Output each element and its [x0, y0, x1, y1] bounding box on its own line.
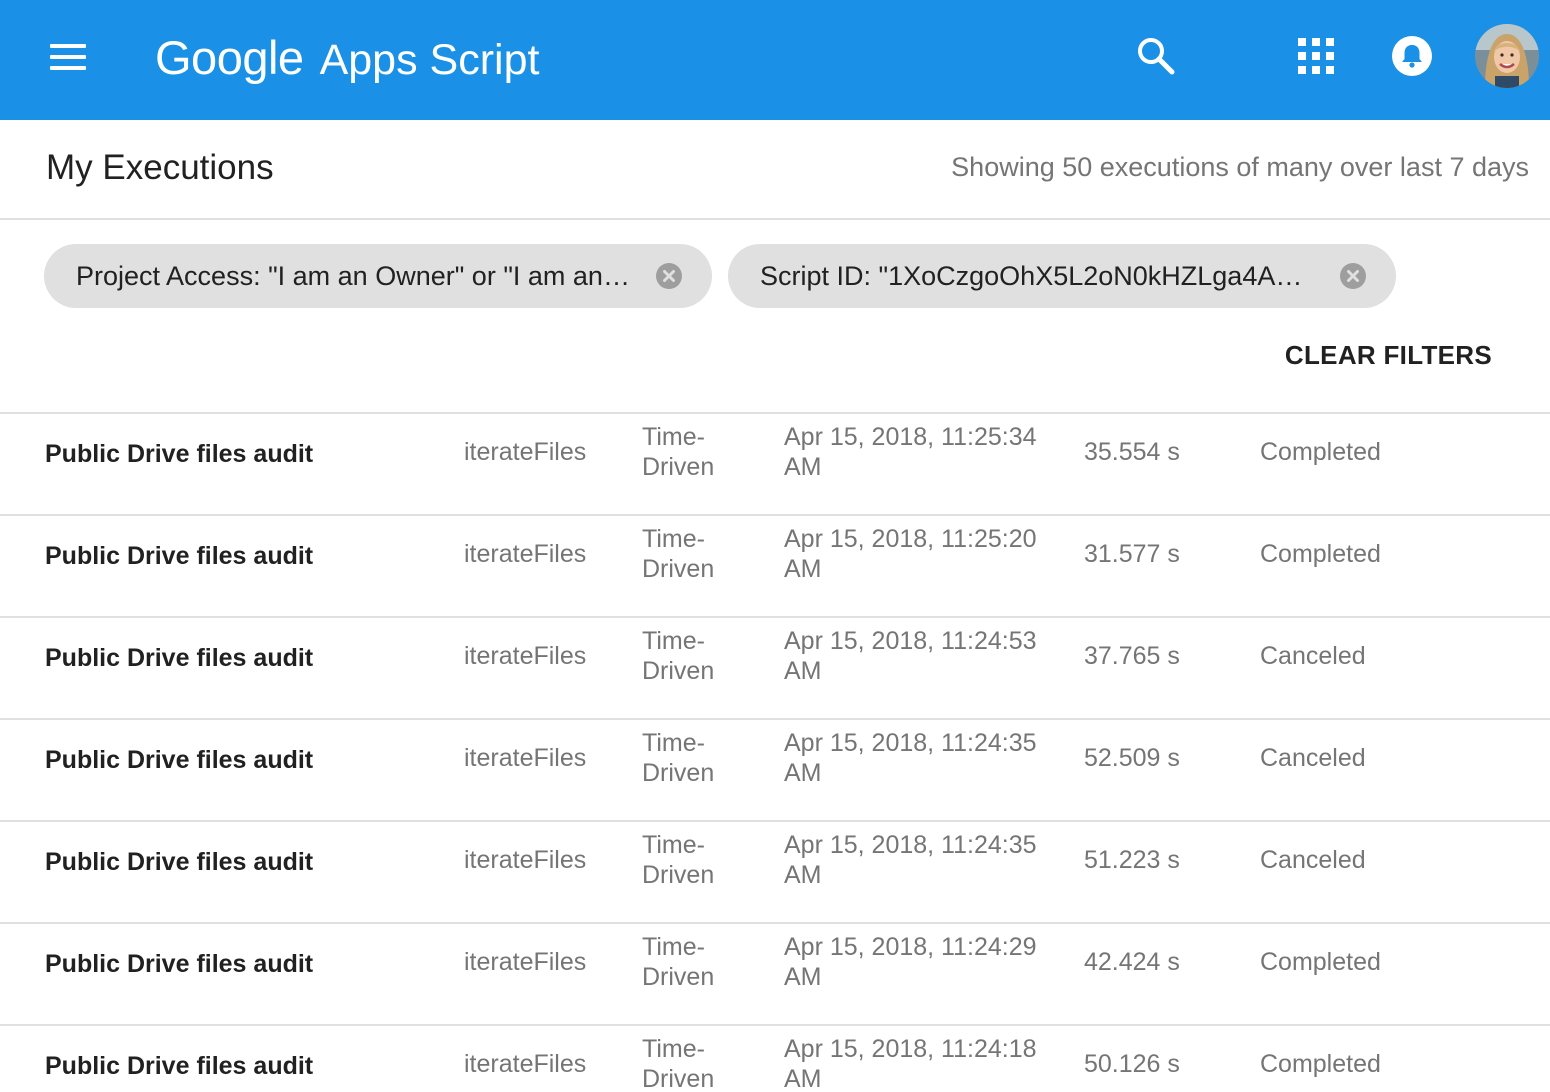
close-icon[interactable] [656, 263, 682, 289]
duration-cell: 52.509 s [1084, 744, 1180, 772]
close-icon[interactable] [1340, 263, 1366, 289]
status-cell: Completed [1260, 948, 1381, 976]
project-name-cell: Public Drive files audit [45, 848, 314, 876]
menu-icon-bar [50, 66, 86, 70]
avatar[interactable] [1475, 24, 1539, 88]
duration-cell: 51.223 s [1084, 846, 1180, 874]
type-cell: Time-Driven [642, 423, 715, 481]
status-cell: Canceled [1260, 744, 1366, 772]
type-cell: Time-Driven [642, 729, 715, 787]
duration-cell: 50.126 s [1084, 1050, 1180, 1078]
table-row[interactable]: Public Drive files audit iterateFiles Ti… [0, 514, 1550, 616]
app-logo[interactable]: Google Apps Script [155, 30, 539, 86]
app-header: Google Apps Script [0, 0, 1550, 120]
clear-filters-button[interactable]: CLEAR FILTERS [1285, 340, 1492, 371]
project-name-cell: Public Drive files audit [45, 746, 314, 774]
product-name: Apps Script [319, 36, 540, 84]
type-cell: Time-Driven [642, 627, 715, 685]
menu-icon-bar [50, 44, 86, 48]
function-cell: iterateFiles [464, 540, 587, 568]
type-cell: Time-Driven [642, 1035, 715, 1092]
table-row[interactable]: Public Drive files audit iterateFiles Ti… [0, 1024, 1550, 1092]
type-cell: Time-Driven [642, 525, 715, 583]
duration-cell: 42.424 s [1084, 948, 1180, 976]
table-row[interactable]: Public Drive files audit iterateFiles Ti… [0, 922, 1550, 1024]
function-cell: iterateFiles [464, 846, 587, 874]
project-name-cell: Public Drive files audit [45, 542, 314, 570]
apps-grid-icon[interactable] [1296, 36, 1336, 76]
table-row[interactable]: Public Drive files audit iterateFiles Ti… [0, 718, 1550, 820]
start-time-cell: Apr 15, 2018, 11:24:29 AM [784, 933, 1037, 991]
function-cell: iterateFiles [464, 1050, 587, 1078]
filter-chip-script-id[interactable]: Script ID: "1XoCzgoOhX5L2oN0kHZLga4AE… [728, 244, 1396, 308]
status-cell: Completed [1260, 540, 1381, 568]
status-cell: Completed [1260, 438, 1381, 466]
start-time-cell: Apr 15, 2018, 11:24:53 AM [784, 627, 1037, 685]
duration-cell: 31.577 s [1084, 540, 1180, 568]
start-time-cell: Apr 15, 2018, 11:24:35 AM [784, 831, 1037, 889]
project-name-cell: Public Drive files audit [45, 950, 314, 978]
function-cell: iterateFiles [464, 642, 587, 670]
status-cell: Canceled [1260, 846, 1366, 874]
start-time-cell: Apr 15, 2018, 11:24:35 AM [784, 729, 1037, 787]
status-cell: Completed [1260, 1050, 1381, 1078]
status-cell: Canceled [1260, 642, 1366, 670]
google-wordmark: Google [155, 31, 304, 84]
project-name-cell: Public Drive files audit [45, 1052, 314, 1080]
duration-cell: 37.765 s [1084, 642, 1180, 670]
divider [0, 218, 1550, 220]
page-title: My Executions [46, 148, 274, 187]
type-cell: Time-Driven [642, 831, 715, 889]
table-row[interactable]: Public Drive files audit iterateFiles Ti… [0, 412, 1550, 514]
search-icon[interactable] [1134, 34, 1178, 78]
filter-chip-project-access[interactable]: Project Access: "I am an Owner" or "I am… [44, 244, 712, 308]
executions-table: Public Drive files audit iterateFiles Ti… [0, 412, 1550, 1092]
project-name-cell: Public Drive files audit [45, 644, 314, 672]
start-time-cell: Apr 15, 2018, 11:24:18 AM [784, 1035, 1037, 1092]
filter-chip-label: Project Access: "I am an Owner" or "I am… [76, 261, 630, 291]
project-name-cell: Public Drive files audit [45, 440, 314, 468]
function-cell: iterateFiles [464, 744, 587, 772]
notifications-bell-icon[interactable] [1390, 34, 1434, 78]
duration-cell: 35.554 s [1084, 438, 1180, 466]
menu-icon[interactable] [44, 38, 92, 78]
filter-chip-label: Script ID: "1XoCzgoOhX5L2oN0kHZLga4AE… [760, 261, 1320, 291]
start-time-cell: Apr 15, 2018, 11:25:20 AM [784, 525, 1037, 583]
type-cell: Time-Driven [642, 933, 715, 991]
start-time-cell: Apr 15, 2018, 11:25:34 AM [784, 423, 1037, 481]
function-cell: iterateFiles [464, 948, 587, 976]
executions-summary: Showing 50 executions of many over last … [951, 152, 1529, 182]
table-row[interactable]: Public Drive files audit iterateFiles Ti… [0, 616, 1550, 718]
menu-icon-bar [50, 55, 86, 59]
function-cell: iterateFiles [464, 438, 587, 466]
table-row[interactable]: Public Drive files audit iterateFiles Ti… [0, 820, 1550, 922]
